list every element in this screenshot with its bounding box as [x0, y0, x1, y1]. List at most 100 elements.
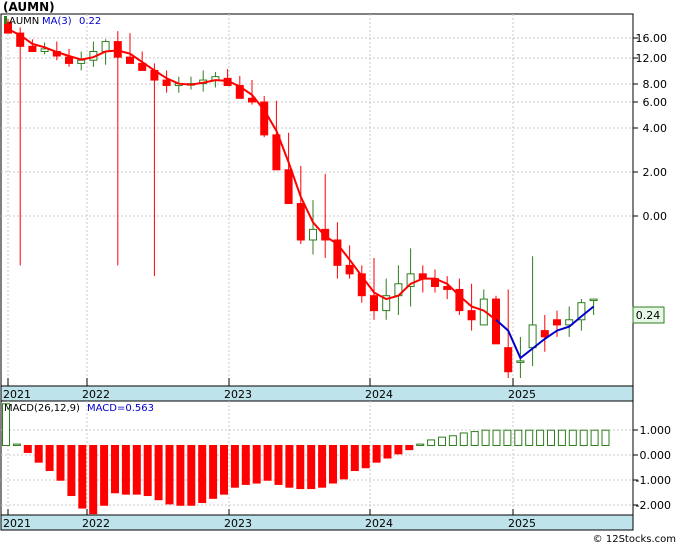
candle-down [504, 347, 513, 373]
candle-up [309, 228, 317, 241]
macd-bar-positive [438, 436, 446, 446]
macd-bar-negative [165, 444, 174, 505]
macd-bar-negative [307, 444, 316, 490]
candle-down [113, 41, 122, 58]
price-x-tick-label: 2023 [224, 388, 252, 401]
price-x-tick-label: 2024 [365, 388, 393, 401]
macd-bar-negative [23, 444, 32, 453]
macd-bar-negative [263, 444, 272, 481]
candle-up [528, 324, 537, 349]
macd-x-tick-label: 2025 [508, 517, 536, 530]
macd-bar-positive [557, 429, 566, 446]
candle-down [553, 319, 561, 326]
macd-bar-negative [176, 444, 185, 506]
price-y-tick-label: 4.00 [643, 122, 668, 135]
macd-bar-negative [209, 444, 218, 499]
macd-bar-positive [503, 429, 512, 446]
macd-bar-negative [45, 444, 54, 472]
candle-down [467, 310, 476, 321]
candle-up [101, 41, 110, 52]
price-y-ticks: 16.00 12.00 8.00 6.00 4.00 2.00 0.00 [633, 32, 667, 223]
macd-bar-positive [470, 431, 479, 446]
macd-bar-negative [405, 444, 414, 451]
macd-bar-negative [100, 444, 109, 506]
macd-y-ticks: 1.000 0.000 -1.000 -2.000 [633, 424, 671, 512]
candle-down [126, 56, 134, 64]
last-price-label: 0.24 [636, 309, 661, 322]
macd-bar-negative [285, 444, 294, 488]
macd-bar-negative [329, 444, 337, 484]
price-y-tick-label: 12.00 [636, 52, 668, 65]
macd-value-label: MACD=0.563 [87, 403, 154, 414]
macd-bar-negative [154, 444, 163, 501]
chart-title: (AUMN) [3, 0, 55, 14]
price-y-tick-label: 6.00 [643, 96, 668, 109]
macd-bar-negative [350, 444, 359, 472]
macd-bar-positive [525, 429, 534, 446]
macd-bar-negative [89, 444, 98, 515]
stock-chart: 2021 2022 2023 2024 2025 16.00 12.00 8.00 6.00 4… [0, 0, 676, 545]
candle-down [28, 45, 37, 52]
candle-up [77, 59, 86, 64]
macd-bar-negative [274, 444, 283, 485]
candle-down [296, 203, 305, 241]
macd-bar-negative [111, 444, 119, 494]
macd-y-tick-label: 0.000 [640, 449, 672, 462]
macd-bar-positive [416, 443, 425, 446]
macd-bar-positive [568, 429, 577, 446]
macd-bar-negative [143, 444, 152, 497]
candle-down [540, 330, 549, 338]
macd-bar-positive [514, 429, 523, 446]
macd-y-tick-label: -2.000 [636, 499, 671, 512]
legend-ticker-swatch [4, 16, 7, 24]
candle-up [516, 360, 525, 363]
macd-bar-negative [56, 444, 65, 481]
price-y-tick-label: 2.00 [643, 166, 668, 179]
candle-down [284, 169, 293, 205]
price-x-tick-label: 2022 [82, 388, 110, 401]
macd-bar-positive [536, 429, 545, 446]
price-y-tick-label: 0.00 [643, 210, 668, 223]
macd-bar-negative [318, 444, 327, 488]
macd-x-tick-label: 2024 [365, 517, 393, 530]
macd-x-tick-label: 2022 [82, 517, 110, 530]
macd-bar-positive [12, 443, 21, 446]
macd-bar-negative [372, 444, 381, 463]
macd-bar-positive [459, 432, 468, 446]
macd-bar-negative [121, 444, 130, 495]
price-x-tick-label: 2025 [508, 388, 536, 401]
candle-down [65, 56, 73, 64]
macd-bar-positive [492, 429, 501, 446]
candle-up [589, 298, 598, 302]
macd-bar-negative [230, 444, 239, 488]
legend-ma-value: 0.22 [79, 16, 101, 27]
macd-bar-positive [590, 429, 599, 446]
macd-x-tick-label: 2023 [224, 517, 252, 530]
macd-bar-negative [339, 444, 348, 480]
macd-bar-negative [361, 444, 370, 469]
macd-bar-negative [296, 444, 305, 490]
legend-ticker: AUMN [9, 16, 39, 27]
macd-x-tick-label: 2021 [3, 517, 31, 530]
price-y-tick-label: 16.00 [636, 32, 668, 45]
price-y-tick-label: 8.00 [643, 78, 668, 91]
price-x-tick-label: 2021 [3, 388, 31, 401]
legend-ma-label: MA(3) [42, 16, 72, 27]
macd-bar-positive [481, 429, 490, 446]
macd-bar-negative [78, 444, 87, 509]
macd-bar-negative [241, 444, 250, 485]
macd-bar-negative [34, 444, 43, 463]
candle-down [162, 79, 171, 87]
macd-bar-positive [547, 429, 555, 446]
macd-y-tick-label: -1.000 [636, 474, 671, 487]
candle-down [345, 264, 354, 275]
macd-bar-negative [187, 444, 196, 506]
footer-credit: © 12Stocks.com [593, 534, 676, 545]
macd-bar-positive [601, 429, 610, 446]
macd-bar-negative [220, 444, 228, 495]
macd-bar-negative [198, 444, 207, 503]
macd-bar-positive [427, 439, 436, 446]
candle-down [370, 295, 378, 312]
candle-down [272, 134, 281, 171]
macd-bar-negative [383, 444, 392, 459]
